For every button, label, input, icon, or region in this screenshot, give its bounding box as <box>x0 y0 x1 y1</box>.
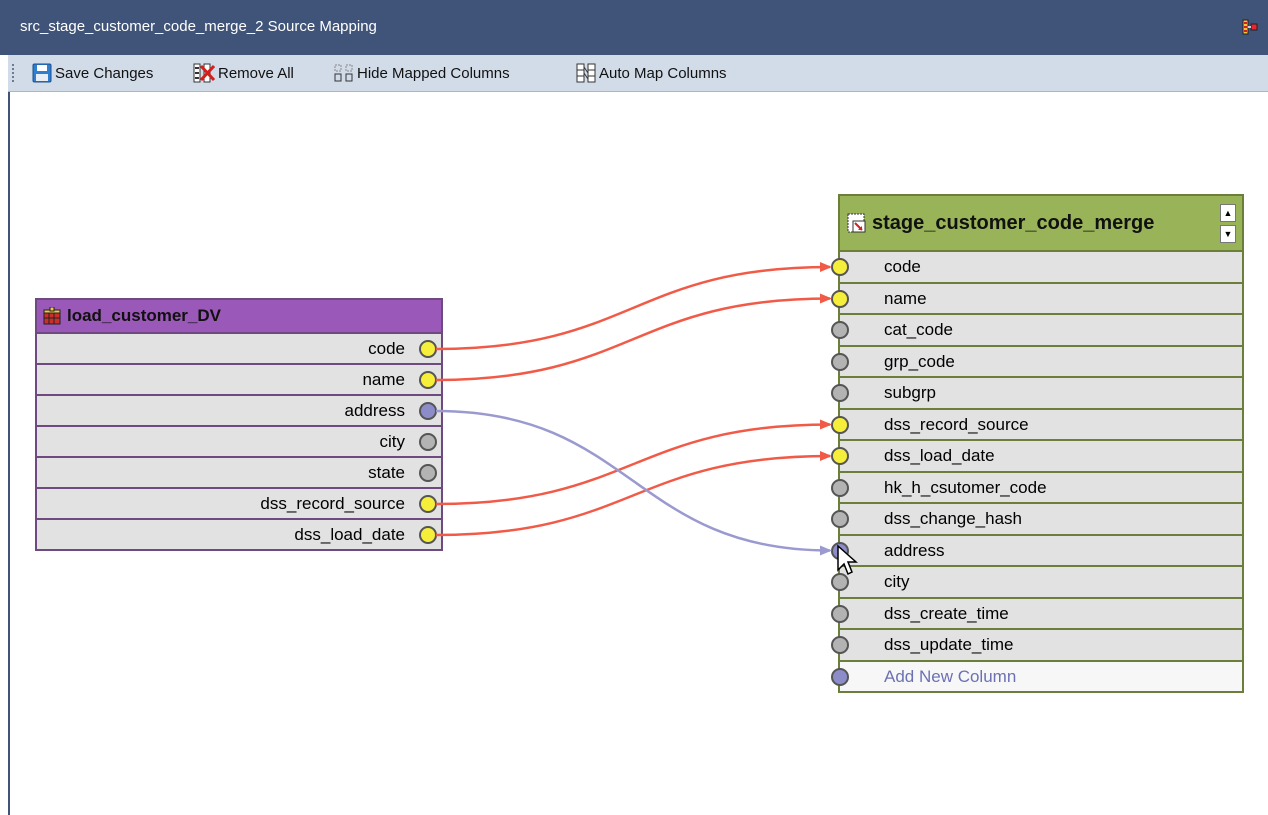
add-new-column-dot[interactable] <box>831 667 849 686</box>
window-titlebar: src_stage_customer_code_merge_2 Source M… <box>0 0 1268 55</box>
target-column-name: subgrp <box>884 383 936 402</box>
scroll-down-button[interactable]: ▼ <box>1220 225 1236 243</box>
add-new-column-label: Add New Column <box>884 666 1017 686</box>
mapping-icon[interactable] <box>1242 19 1258 35</box>
target-column-name: address <box>884 540 945 560</box>
save-changes-label: Save Changes <box>55 64 154 82</box>
save-icon <box>32 63 52 83</box>
source-column-name: code <box>368 339 405 358</box>
target-table-header[interactable]: stage_customer_code_merge ▲ ▼ <box>840 196 1242 252</box>
target-column-name: cat_code <box>884 320 953 339</box>
remove-all-icon <box>193 63 215 83</box>
target-table-name: stage_customer_code_merge <box>872 211 1155 234</box>
target-column-row[interactable]: subgrp <box>831 378 1242 410</box>
source-column-name: dss_load_date <box>294 525 405 544</box>
target-column-name: dss_change_hash <box>884 509 1023 528</box>
source-column-row[interactable]: city <box>37 427 441 458</box>
target-connector-dot[interactable] <box>831 604 849 623</box>
toolbar: Save Changes Remove All Hide Mapped Colu… <box>8 55 1268 92</box>
source-connector-dot[interactable] <box>419 464 437 482</box>
target-column-name: hk_h_csutomer_code <box>884 477 1047 497</box>
target-column-name: dss_update_time <box>884 635 1014 654</box>
hide-mapped-columns-label: Hide Mapped Columns <box>357 64 510 82</box>
source-column-row[interactable]: code <box>37 334 441 365</box>
target-column-name: dss_load_date <box>884 446 995 465</box>
source-column-name: city <box>379 432 406 451</box>
target-connector-dot[interactable] <box>831 447 849 465</box>
target-connector-dot[interactable] <box>831 352 849 371</box>
target-column-row[interactable]: grp_code <box>831 347 1242 378</box>
mouse-cursor-icon <box>837 544 858 576</box>
source-column-row[interactable]: dss_load_date <box>37 520 441 549</box>
source-connector-dot[interactable] <box>419 433 437 451</box>
scroll-up-button[interactable]: ▲ <box>1220 204 1236 222</box>
target-column-name: grp_code <box>884 351 955 371</box>
source-column-name: name <box>362 370 405 389</box>
target-column-row[interactable]: cat_code <box>831 315 1242 347</box>
source-connector-dot[interactable] <box>419 495 437 513</box>
auto-map-columns-button[interactable]: Auto Map Columns <box>576 63 727 83</box>
target-connector-dot[interactable] <box>831 636 849 654</box>
target-column-row[interactable]: name <box>831 284 1242 315</box>
target-column-row[interactable]: dss_record_source <box>831 410 1242 441</box>
source-connector-dot[interactable] <box>419 371 437 389</box>
target-connector-dot[interactable] <box>831 478 849 497</box>
source-column-row[interactable]: name <box>37 365 441 396</box>
source-column-row[interactable]: dss_record_source <box>37 489 441 520</box>
target-column-row[interactable]: dss_create_time <box>831 599 1242 630</box>
target-connector-dot[interactable] <box>831 510 849 528</box>
stage-table-icon <box>847 213 866 233</box>
source-column-row[interactable]: state <box>37 458 441 489</box>
target-column-row[interactable]: dss_change_hash <box>831 504 1242 536</box>
target-connector-dot[interactable] <box>831 258 849 276</box>
auto-map-icon <box>576 63 596 83</box>
target-connector-dot[interactable] <box>831 384 849 402</box>
target-column-row[interactable]: city <box>831 567 1242 599</box>
source-table[interactable]: load_customer_DV code name address city stat… <box>35 298 443 551</box>
target-connector-dot[interactable] <box>831 321 849 339</box>
source-connector-dot[interactable] <box>419 402 437 420</box>
source-connector-dot[interactable] <box>419 526 437 544</box>
hide-columns-icon <box>334 64 353 82</box>
save-changes-button[interactable]: Save Changes <box>32 63 153 83</box>
remove-all-label: Remove All <box>218 64 294 82</box>
target-column-name: city <box>884 572 910 591</box>
target-column-row[interactable]: address <box>831 536 1242 567</box>
target-column-name: code <box>884 257 921 276</box>
source-connector-dot[interactable] <box>419 340 437 358</box>
add-new-column-row[interactable]: Add New Column <box>831 661 1242 691</box>
target-connector-dot[interactable] <box>831 289 849 308</box>
remove-all-button[interactable]: Remove All <box>193 63 294 83</box>
toolbar-grip[interactable] <box>12 64 17 82</box>
source-table-name: load_customer_DV <box>67 306 221 325</box>
target-column-name: name <box>884 288 927 308</box>
source-column-name: address <box>344 401 405 420</box>
source-column-name: dss_record_source <box>260 494 405 513</box>
table-scroll-buttons: ▲ ▼ <box>1220 204 1236 243</box>
target-column-row[interactable]: dss_load_date <box>831 441 1242 473</box>
target-column-name: dss_record_source <box>884 414 1029 434</box>
source-table-header[interactable]: load_customer_DV <box>37 300 441 334</box>
target-connector-dot[interactable] <box>831 415 849 434</box>
target-column-row[interactable]: code <box>831 252 1242 284</box>
source-column-row[interactable]: address <box>37 396 441 427</box>
target-column-row[interactable]: hk_h_csutomer_code <box>831 473 1242 504</box>
target-column-row[interactable]: dss_update_time <box>831 630 1242 662</box>
auto-map-columns-label: Auto Map Columns <box>599 64 727 82</box>
target-column-name: dss_create_time <box>884 603 1009 623</box>
source-column-name: state <box>368 463 405 482</box>
window-title: src_stage_customer_code_merge_2 Source M… <box>20 18 377 35</box>
target-table[interactable]: stage_customer_code_merge ▲ ▼ code name ca… <box>831 194 1244 693</box>
load-table-icon <box>43 307 61 325</box>
hide-mapped-columns-button[interactable]: Hide Mapped Columns <box>334 63 510 83</box>
